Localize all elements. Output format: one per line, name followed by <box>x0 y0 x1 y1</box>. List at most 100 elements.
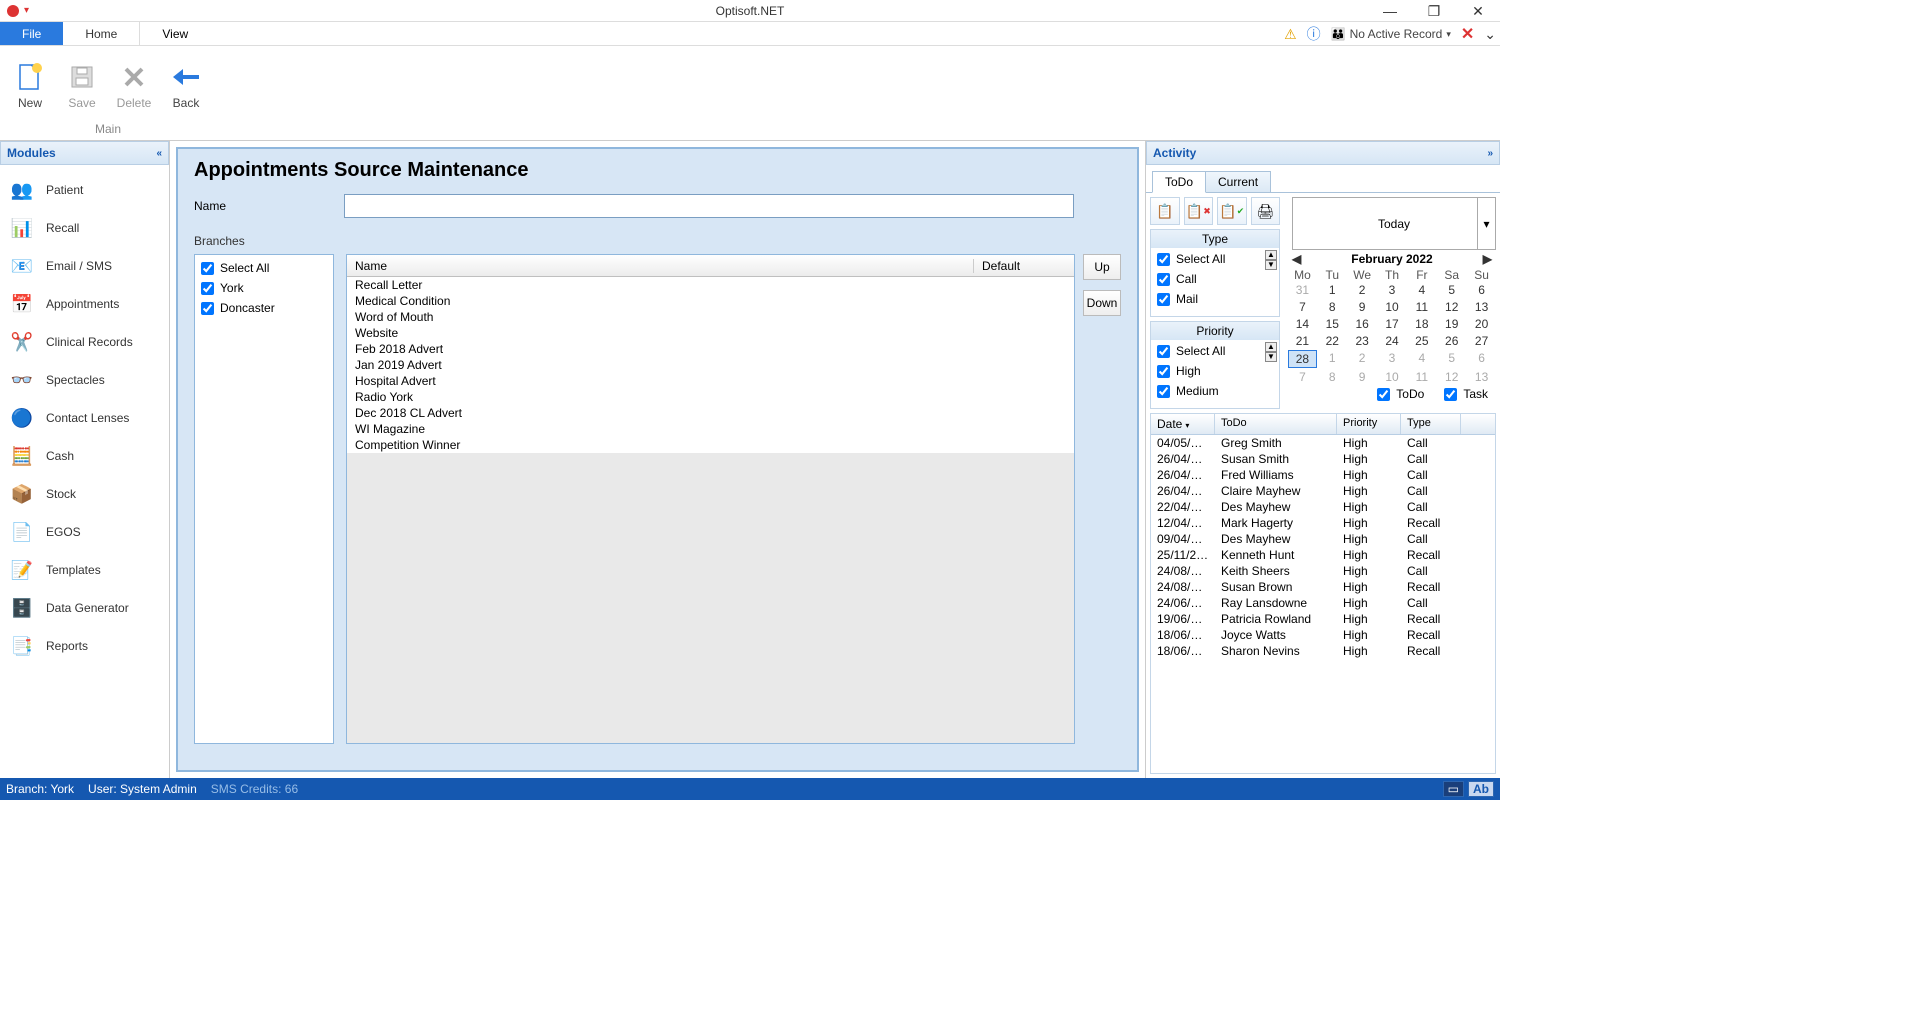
grid-row[interactable]: 26/04/2021Susan SmithHighCall <box>1151 451 1495 467</box>
source-row[interactable]: Competition Winner <box>347 437 1074 453</box>
module-egos[interactable]: 📄EGOS <box>0 513 169 551</box>
down-button[interactable]: Down <box>1083 290 1121 316</box>
col-name[interactable]: Name <box>347 259 974 273</box>
name-input[interactable] <box>344 194 1074 218</box>
cal-day[interactable]: 4 <box>1407 350 1436 368</box>
cal-day[interactable]: 9 <box>1348 369 1377 385</box>
cal-day[interactable]: 28 <box>1288 350 1317 368</box>
grid-row[interactable]: 18/06/2020Sharon NevinsHighRecall <box>1151 643 1495 659</box>
cal-day[interactable]: 10 <box>1378 369 1407 385</box>
source-row[interactable]: Recall Letter <box>347 277 1074 293</box>
source-row[interactable]: Hospital Advert <box>347 373 1074 389</box>
app-dropdown-icon[interactable]: ▾ <box>24 5 29 16</box>
cal-day[interactable]: 3 <box>1378 282 1407 298</box>
close-button[interactable]: ✕ <box>1456 0 1500 22</box>
cal-day[interactable]: 9 <box>1348 299 1377 315</box>
source-row[interactable]: Website <box>347 325 1074 341</box>
warning-icon[interactable]: ⚠ <box>1284 26 1297 43</box>
cal-day[interactable]: 1 <box>1318 282 1347 298</box>
maximize-button[interactable]: ❐ <box>1412 0 1456 22</box>
minimize-button[interactable]: — <box>1368 0 1412 22</box>
source-row[interactable]: Dec 2018 CL Advert <box>347 405 1074 421</box>
priority-medium[interactable]: Medium <box>1157 384 1273 398</box>
cal-day[interactable]: 25 <box>1407 333 1436 349</box>
close-record-icon[interactable]: ✕ <box>1461 24 1474 44</box>
status-badge[interactable]: ▭ <box>1443 781 1464 797</box>
source-row[interactable]: WI Magazine <box>347 421 1074 437</box>
cal-day[interactable]: 16 <box>1348 316 1377 332</box>
active-record-dropdown[interactable]: 👪 No Active Record ▾ <box>1331 27 1451 41</box>
type-scrollbar[interactable]: ▲▼ <box>1265 250 1277 270</box>
cal-day[interactable]: 27 <box>1467 333 1496 349</box>
cal-day[interactable]: 6 <box>1467 282 1496 298</box>
cal-day[interactable]: 31 <box>1288 282 1317 298</box>
cal-day[interactable]: 11 <box>1407 299 1436 315</box>
module-templates[interactable]: 📝Templates <box>0 551 169 589</box>
cal-day[interactable]: 11 <box>1407 369 1436 385</box>
clipboard-check-icon[interactable]: 📋✔ <box>1217 197 1247 225</box>
type-mail[interactable]: Mail <box>1157 292 1273 306</box>
branch-york[interactable]: York <box>201 281 327 295</box>
delete-button[interactable]: Delete <box>112 50 156 120</box>
up-button[interactable]: Up <box>1083 254 1121 280</box>
tab-view[interactable]: View <box>140 22 210 45</box>
cal-day[interactable]: 21 <box>1288 333 1317 349</box>
module-appointments[interactable]: 📅Appointments <box>0 285 169 323</box>
grid-row[interactable]: 04/05/2021Greg SmithHighCall <box>1151 435 1495 451</box>
module-recall[interactable]: 📊Recall <box>0 209 169 247</box>
tab-todo[interactable]: ToDo <box>1152 171 1206 193</box>
cal-day[interactable]: 7 <box>1288 299 1317 315</box>
cal-day[interactable]: 12 <box>1437 299 1466 315</box>
cal-day[interactable]: 15 <box>1318 316 1347 332</box>
expand-icon[interactable]: » <box>1487 148 1493 159</box>
grid-row[interactable]: 18/06/2020Joyce WattsHighRecall <box>1151 627 1495 643</box>
type-select-all[interactable]: Select All <box>1157 252 1273 266</box>
tab-current[interactable]: Current <box>1205 171 1271 193</box>
today-dropdown[interactable]: Today ▾ <box>1292 197 1496 250</box>
priority-high[interactable]: High <box>1157 364 1273 378</box>
task-filter[interactable]: Task <box>1444 387 1488 401</box>
cal-day[interactable]: 13 <box>1467 299 1496 315</box>
source-row[interactable]: Jan 2019 Advert <box>347 357 1074 373</box>
module-reports[interactable]: 📑Reports <box>0 627 169 665</box>
help-icon[interactable]: ⓘ <box>1307 24 1321 44</box>
col-type[interactable]: Type <box>1401 414 1461 434</box>
cal-day[interactable]: 22 <box>1318 333 1347 349</box>
cal-day[interactable]: 7 <box>1288 369 1317 385</box>
status-ab[interactable]: Ab <box>1468 781 1494 797</box>
cal-day[interactable]: 8 <box>1318 299 1347 315</box>
save-button[interactable]: Save <box>60 50 104 120</box>
cal-day[interactable]: 12 <box>1437 369 1466 385</box>
cal-day[interactable]: 13 <box>1467 369 1496 385</box>
cal-day[interactable]: 20 <box>1467 316 1496 332</box>
cal-next-icon[interactable]: ▶ <box>1483 252 1492 266</box>
grid-row[interactable]: 26/04/2021Fred WilliamsHighCall <box>1151 467 1495 483</box>
cal-day[interactable]: 24 <box>1378 333 1407 349</box>
type-call[interactable]: Call <box>1157 272 1273 286</box>
grid-row[interactable]: 25/11/2020Kenneth HuntHighRecall <box>1151 547 1495 563</box>
cal-day[interactable]: 23 <box>1348 333 1377 349</box>
module-stock[interactable]: 📦Stock <box>0 475 169 513</box>
cal-day[interactable]: 1 <box>1318 350 1347 368</box>
source-row[interactable]: Word of Mouth <box>347 309 1074 325</box>
cal-day[interactable]: 2 <box>1348 282 1377 298</box>
source-row[interactable]: Radio York <box>347 389 1074 405</box>
cal-day[interactable]: 14 <box>1288 316 1317 332</box>
new-button[interactable]: New <box>8 50 52 120</box>
col-default[interactable]: Default <box>974 259 1074 273</box>
module-patient[interactable]: 👥Patient <box>0 171 169 209</box>
back-button[interactable]: Back <box>164 50 208 120</box>
priority-scrollbar[interactable]: ▲▼ <box>1265 342 1277 362</box>
cal-prev-icon[interactable]: ◀ <box>1292 252 1301 266</box>
module-cash[interactable]: 🧮Cash <box>0 437 169 475</box>
grid-row[interactable]: 12/04/2021Mark HagertyHighRecall <box>1151 515 1495 531</box>
expand-icon[interactable]: ⌄ <box>1484 26 1496 43</box>
cal-day[interactable]: 4 <box>1407 282 1436 298</box>
col-todo[interactable]: ToDo <box>1215 414 1337 434</box>
cal-day[interactable]: 3 <box>1378 350 1407 368</box>
source-row[interactable]: Feb 2018 Advert <box>347 341 1074 357</box>
col-priority[interactable]: Priority <box>1337 414 1401 434</box>
grid-row[interactable]: 19/06/2020Patricia RowlandHighRecall <box>1151 611 1495 627</box>
cal-day[interactable]: 26 <box>1437 333 1466 349</box>
collapse-icon[interactable]: « <box>156 148 162 159</box>
